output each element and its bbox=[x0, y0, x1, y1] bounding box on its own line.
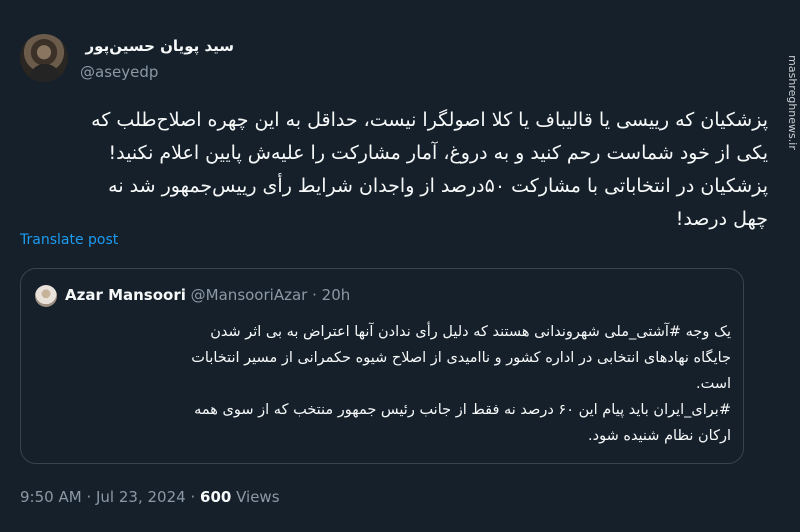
watermark-url: mashreghnews.ir bbox=[786, 55, 800, 150]
views-label: Views bbox=[236, 488, 280, 506]
author-handle[interactable]: @aseyedp bbox=[80, 63, 158, 81]
quoted-author-avatar bbox=[35, 285, 57, 307]
translate-post-link[interactable]: Translate post bbox=[20, 232, 118, 248]
tweet-text: پزشکیان که رییسی یا قالیباف یا کلا اصولگ… bbox=[20, 104, 768, 236]
quoted-post-time: 20h bbox=[321, 286, 351, 304]
quoted-author-name: Azar Mansoori bbox=[65, 286, 186, 304]
quoted-post[interactable]: Azar Mansoori @MansooriAzar · 20h یک وجه… bbox=[20, 268, 744, 464]
author-avatar[interactable] bbox=[20, 34, 68, 82]
meta-separator: · bbox=[190, 488, 196, 506]
meta-separator: · bbox=[86, 488, 92, 506]
quoted-line: #برای_ایران باید پیام این ۶۰ درصد نه فقط… bbox=[194, 402, 731, 418]
avatar-figure bbox=[30, 64, 60, 82]
quoted-author-handle: @MansooriAzar bbox=[190, 286, 308, 304]
author-name[interactable]: سید پویان حسین‌پور bbox=[86, 37, 234, 55]
watermark-logo bbox=[766, 20, 790, 40]
meta-separator: · bbox=[312, 286, 317, 304]
quoted-line: است. bbox=[695, 376, 731, 392]
tweet-line: پزشکیان در انتخاباتی با مشارکت ۵۰درصد از… bbox=[108, 175, 768, 197]
post-date[interactable]: Jul 23, 2024 bbox=[96, 488, 186, 506]
quoted-line: یک وجه #آشتی_ملی شهروندانی هستند که دلیل… bbox=[210, 324, 731, 340]
post-metadata: 9:50 AM · Jul 23, 2024 · 600 Views bbox=[20, 488, 280, 506]
quoted-post-header: Azar Mansoori @MansooriAzar · 20h bbox=[65, 286, 350, 304]
tweet-line: پزشکیان که رییسی یا قالیباف یا کلا اصولگ… bbox=[91, 109, 768, 131]
tweet-line: یکی از خود شماست رحم کنید و به دروغ، آما… bbox=[108, 142, 768, 164]
quoted-line: جایگاه نهادهای انتخابی در اداره کشور و ن… bbox=[191, 350, 731, 366]
tweet-line: چهل درصد! bbox=[675, 208, 768, 230]
quoted-post-text: یک وجه #آشتی_ملی شهروندانی هستند که دلیل… bbox=[35, 319, 731, 449]
post-time[interactable]: 9:50 AM bbox=[20, 488, 82, 506]
views-count: 600 bbox=[200, 488, 232, 506]
quoted-line: ارکان نظام شنیده شود. bbox=[588, 428, 731, 444]
